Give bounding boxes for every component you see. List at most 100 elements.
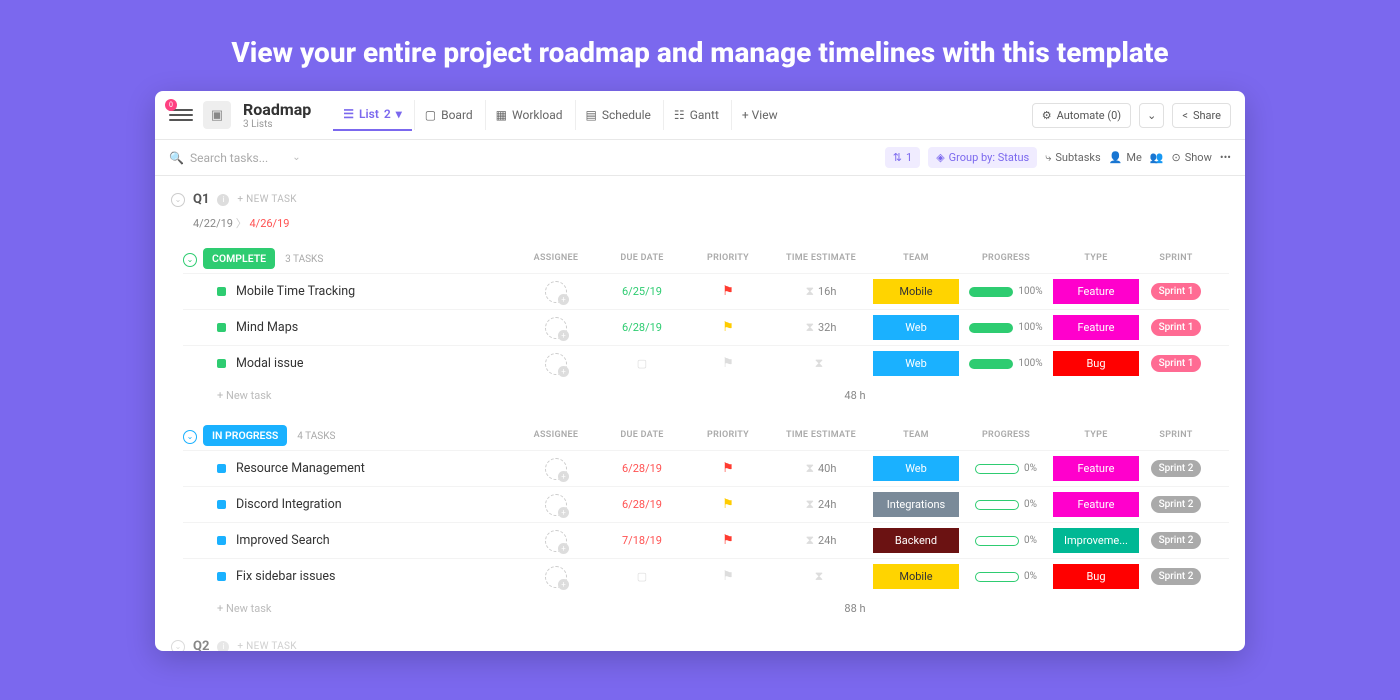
due-date-cell[interactable]: 6/25/19 — [599, 285, 685, 298]
team-cell[interactable]: Integrations — [871, 492, 961, 517]
task-row[interactable]: Resource Management 6/28/19 ⚑ ⧗40h Web 0… — [183, 450, 1229, 486]
task-name[interactable]: Discord Integration — [183, 497, 513, 512]
assignee-add-icon[interactable] — [545, 530, 567, 552]
tab-list[interactable]: ☰ List 2▾ — [333, 99, 411, 131]
assignee-add-icon[interactable] — [545, 458, 567, 480]
estimate-cell[interactable]: ⧗24h — [771, 497, 871, 512]
assignee-add-icon[interactable] — [545, 281, 567, 303]
info-icon[interactable]: i — [217, 641, 229, 652]
sprint-cell[interactable]: Sprint 2 — [1141, 460, 1211, 477]
estimate-cell[interactable]: ⧗16h — [771, 284, 871, 299]
priority-cell[interactable]: ⚑ — [685, 356, 771, 371]
filter-pill[interactable]: ⇅1 — [885, 147, 920, 168]
new-task-q1[interactable]: + NEW TASK — [237, 194, 296, 205]
assignee-filter[interactable]: 👥 — [1150, 151, 1164, 164]
calendar-icon[interactable]: ▢ — [637, 357, 647, 370]
assignee-add-icon[interactable] — [545, 566, 567, 588]
subtasks-toggle[interactable]: ⤷Subtasks — [1045, 151, 1100, 165]
assignee-cell[interactable] — [513, 317, 599, 339]
type-cell[interactable]: Feature — [1051, 279, 1141, 304]
collapse-icon[interactable]: ⌄ — [183, 253, 197, 267]
team-cell[interactable]: Backend — [871, 528, 961, 553]
assignee-cell[interactable] — [513, 530, 599, 552]
tab-workload[interactable]: ▦Workload — [485, 100, 573, 130]
group-header[interactable]: ⌄IN PROGRESS4 TASKSASSIGNEEDUE DATEPRIOR… — [183, 420, 1229, 450]
quarter-q1-header[interactable]: ⌄ Q1 i + NEW TASK — [171, 186, 1229, 213]
status-square-icon[interactable] — [217, 500, 226, 509]
status-square-icon[interactable] — [217, 536, 226, 545]
team-cell[interactable]: Mobile — [871, 279, 961, 304]
priority-cell[interactable]: ⚑ — [685, 461, 771, 476]
due-date-cell[interactable]: 6/28/19 — [599, 321, 685, 334]
team-cell[interactable]: Web — [871, 351, 961, 376]
flag-icon[interactable]: ⚑ — [722, 284, 734, 299]
sprint-cell[interactable]: Sprint 2 — [1141, 532, 1211, 549]
progress-cell[interactable]: 0% — [961, 535, 1051, 546]
status-square-icon[interactable] — [217, 572, 226, 581]
flag-icon[interactable]: ⚑ — [722, 356, 734, 371]
new-task-row[interactable]: + New task48 h — [183, 381, 1229, 406]
task-row[interactable]: Mobile Time Tracking 6/25/19 ⚑ ⧗16h Mobi… — [183, 273, 1229, 309]
search-input[interactable]: 🔍 Search tasks... ⌄ — [169, 151, 301, 165]
status-square-icon[interactable] — [217, 464, 226, 473]
status-square-icon[interactable] — [217, 287, 226, 296]
flag-icon[interactable]: ⚑ — [722, 320, 734, 335]
group-header[interactable]: ⌄COMPLETE3 TASKSASSIGNEEDUE DATEPRIORITY… — [183, 243, 1229, 273]
sprint-cell[interactable]: Sprint 2 — [1141, 568, 1211, 585]
collapse-icon[interactable]: ⌄ — [171, 193, 185, 207]
due-date-cell[interactable]: 6/28/19 — [599, 498, 685, 511]
sprint-cell[interactable]: Sprint 1 — [1141, 319, 1211, 336]
estimate-cell[interactable]: ⧗ — [771, 569, 871, 584]
task-row[interactable]: Improved Search 7/18/19 ⚑ ⧗24h Backend 0… — [183, 522, 1229, 558]
priority-cell[interactable]: ⚑ — [685, 533, 771, 548]
priority-cell[interactable]: ⚑ — [685, 320, 771, 335]
show-toggle[interactable]: ⊙Show — [1172, 151, 1212, 164]
automate-dropdown[interactable]: ⌄ — [1139, 103, 1164, 128]
estimate-cell[interactable]: ⧗ — [771, 356, 871, 371]
task-row[interactable]: Mind Maps 6/28/19 ⚑ ⧗32h Web 100% Featur… — [183, 309, 1229, 345]
new-task-row[interactable]: + New task88 h — [183, 594, 1229, 619]
due-date-cell[interactable]: 7/18/19 — [599, 534, 685, 547]
team-cell[interactable]: Mobile — [871, 564, 961, 589]
task-name[interactable]: Mobile Time Tracking — [183, 284, 513, 299]
me-filter[interactable]: 👤Me — [1109, 151, 1142, 164]
type-cell[interactable]: Improveme... — [1051, 528, 1141, 553]
flag-icon[interactable]: ⚑ — [722, 533, 734, 548]
tab-gantt[interactable]: ☷Gantt — [663, 100, 729, 130]
progress-cell[interactable]: 0% — [961, 463, 1051, 474]
chevron-down-icon[interactable]: ⌄ — [292, 152, 300, 163]
team-cell[interactable]: Web — [871, 456, 961, 481]
progress-cell[interactable]: 0% — [961, 499, 1051, 510]
calendar-icon[interactable]: ▢ — [637, 570, 647, 583]
flag-icon[interactable]: ⚑ — [722, 461, 734, 476]
progress-cell[interactable]: 0% — [961, 571, 1051, 582]
task-name[interactable]: Fix sidebar issues — [183, 569, 513, 584]
priority-cell[interactable]: ⚑ — [685, 569, 771, 584]
task-row[interactable]: Discord Integration 6/28/19 ⚑ ⧗24h Integ… — [183, 486, 1229, 522]
task-name[interactable]: Mind Maps — [183, 320, 513, 335]
due-date-cell[interactable]: ▢ — [599, 570, 685, 583]
flag-icon[interactable]: ⚑ — [722, 569, 734, 584]
tab-schedule[interactable]: ▤Schedule — [575, 100, 661, 130]
sprint-cell[interactable]: Sprint 2 — [1141, 496, 1211, 513]
type-cell[interactable]: Bug — [1051, 351, 1141, 376]
more-icon[interactable]: ••• — [1220, 151, 1231, 164]
add-view-button[interactable]: + View — [731, 100, 788, 130]
sprint-cell[interactable]: Sprint 1 — [1141, 355, 1211, 372]
assignee-add-icon[interactable] — [545, 494, 567, 516]
due-date-cell[interactable]: 6/28/19 — [599, 462, 685, 475]
sprint-cell[interactable]: Sprint 1 — [1141, 283, 1211, 300]
progress-cell[interactable]: 100% — [961, 286, 1051, 297]
due-date-cell[interactable]: ▢ — [599, 357, 685, 370]
type-cell[interactable]: Feature — [1051, 456, 1141, 481]
task-row[interactable]: Modal issue ▢ ⚑ ⧗ Web 100% Bug Sprint 1 — [183, 345, 1229, 381]
groupby-pill[interactable]: ◈Group by: Status — [928, 147, 1037, 168]
collapse-icon[interactable]: ⌄ — [171, 640, 185, 652]
status-square-icon[interactable] — [217, 323, 226, 332]
estimate-cell[interactable]: ⧗24h — [771, 533, 871, 548]
type-cell[interactable]: Bug — [1051, 564, 1141, 589]
tab-board[interactable]: ▢Board — [414, 100, 483, 130]
assignee-add-icon[interactable] — [545, 353, 567, 375]
share-button[interactable]: <Share — [1172, 103, 1231, 128]
quarter-q2-header[interactable]: ⌄ Q2 i + NEW TASK — [171, 633, 1229, 651]
